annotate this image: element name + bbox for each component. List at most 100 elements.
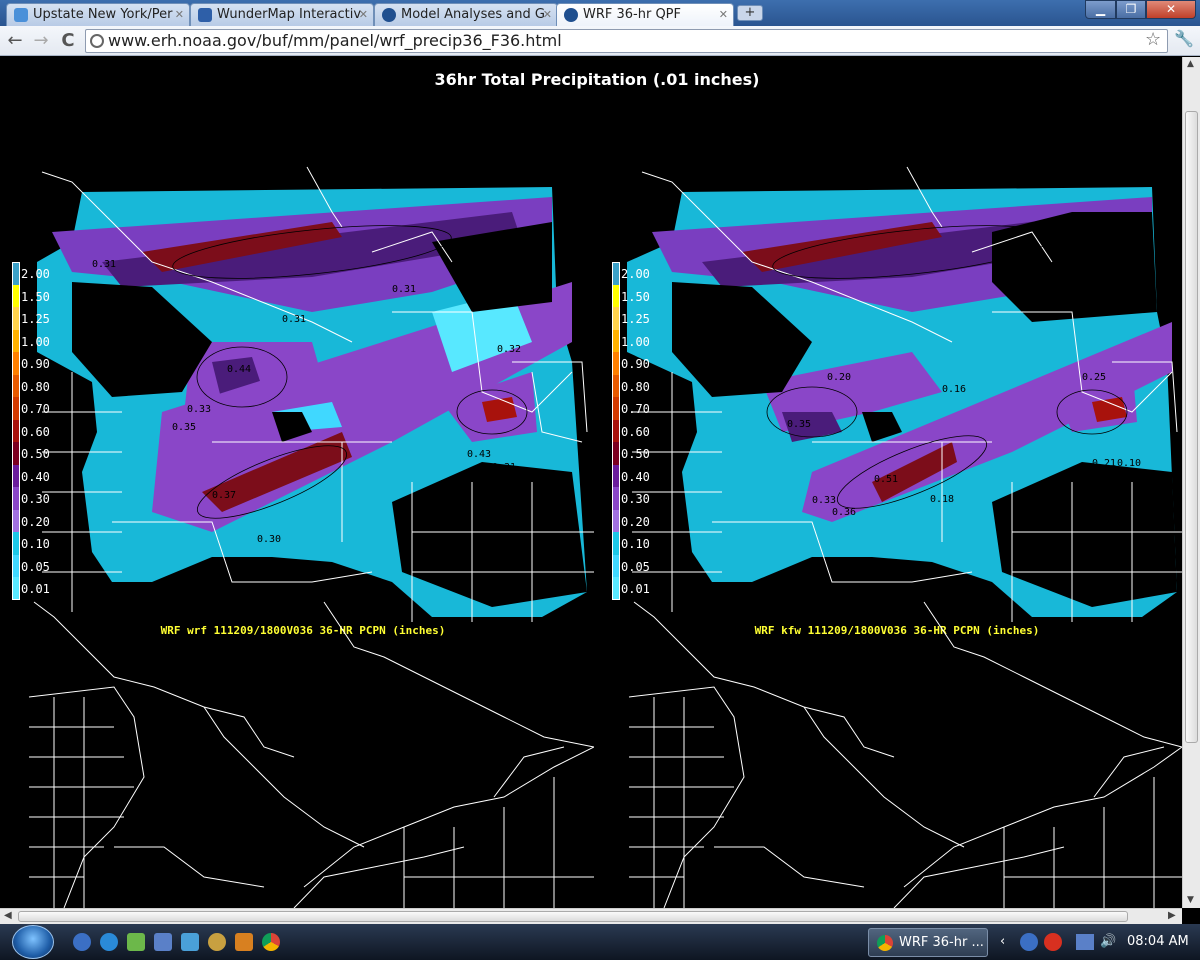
legend-label: 0.60 — [21, 424, 50, 439]
precip-map-panel-wrf: 0.31 0.31 0.31 0.44 0.33 0.35 0.37 0.30 … — [12, 112, 594, 642]
legend-label: 0.01 — [21, 582, 50, 596]
start-button[interactable] — [12, 925, 54, 959]
contour-label: 0.31 — [492, 462, 516, 473]
legend-label: 0.60 — [621, 424, 650, 439]
tab-close-icon[interactable]: ✕ — [175, 4, 184, 26]
taskbar-window-title: WRF 36-hr ... — [899, 935, 984, 950]
tray-security-icon[interactable] — [1044, 933, 1062, 951]
legend-label: 0.01 — [621, 582, 650, 596]
contour-label: 0.43 — [467, 449, 491, 460]
page-viewport: 36hr Total Precipitation (.01 inches) 0.… — [0, 57, 1182, 908]
tab-favicon-icon — [14, 8, 28, 22]
tab-title: Upstate New York/Per — [33, 7, 173, 22]
legend-label: 0.30 — [621, 492, 650, 506]
precip-map-panel-kfw: 0.20 0.16 0.35 0.33 0.36 0.18 0.51 0.25 … — [612, 112, 1182, 642]
legend-label: 0.20 — [621, 514, 650, 529]
horizontal-scroll-thumb[interactable] — [18, 911, 1128, 922]
contour-label: 0.31 — [282, 314, 306, 325]
network-icon[interactable] — [1076, 934, 1094, 950]
outline-map — [28, 601, 594, 908]
precip-legend: 2.00 1.50 1.25 1.00 0.90 0.80 0.70 0.60 0.50 0.40… — [612, 262, 652, 600]
tab-upstate-ny[interactable]: Upstate New York/Per ✕ — [6, 3, 190, 26]
legend-label: 0.90 — [621, 357, 650, 371]
tab-favicon-icon — [198, 8, 212, 22]
address-bar[interactable]: www.erh.noaa.gov/buf/mm/panel/wrf_precip… — [85, 29, 1168, 53]
legend-label: 0.50 — [621, 447, 650, 461]
contour-label: 0.21 — [1092, 458, 1116, 469]
contour-label: 0.35 — [787, 419, 811, 430]
close-window-button[interactable]: ✕ — [1146, 0, 1196, 19]
precip-legend: 2.00 1.50 1.25 1.00 0.90 0.80 0.70 0.60 0.50 0.40… — [12, 262, 52, 600]
legend-label: 1.50 — [621, 289, 650, 304]
precip-map: 0.20 0.16 0.35 0.33 0.36 0.18 0.51 0.25 … — [627, 166, 1182, 622]
browser-toolbar: ← → C www.erh.noaa.gov/buf/mm/panel/wrf_… — [0, 26, 1200, 56]
tray-app-icon[interactable] — [1020, 933, 1038, 951]
legend-label: 0.05 — [21, 559, 50, 574]
legend-label: 0.40 — [21, 469, 50, 484]
new-tab-button[interactable]: + — [737, 5, 763, 21]
contour-label: 0.36 — [832, 507, 856, 518]
tab-close-icon[interactable]: ✕ — [543, 4, 552, 26]
tab-close-icon[interactable]: ✕ — [719, 4, 728, 26]
legend-label: 2.00 — [21, 267, 50, 281]
maximize-button[interactable]: ❐ — [1116, 0, 1146, 19]
reload-button[interactable]: C — [57, 30, 79, 52]
legend-label: 0.70 — [21, 402, 50, 416]
quicklaunch-app-icon[interactable] — [73, 933, 91, 951]
contour-label: 0.32 — [497, 344, 521, 355]
system-clock[interactable]: 08:04 AM — [1127, 934, 1189, 949]
chrome-launch-icon[interactable] — [262, 933, 280, 951]
legend-label: 1.00 — [21, 334, 50, 349]
legend-label: 0.40 — [621, 469, 650, 484]
horizontal-scrollbar[interactable]: ◀ ▶ — [0, 908, 1182, 924]
vertical-scroll-thumb[interactable] — [1185, 111, 1198, 743]
back-button[interactable]: ← — [4, 30, 26, 52]
messenger-icon[interactable] — [127, 933, 145, 951]
tray-expand-icon[interactable]: ‹ — [1000, 934, 1005, 949]
chrome-icon — [877, 935, 893, 951]
page-globe-icon — [90, 34, 104, 48]
contour-label: 0.31 — [392, 284, 416, 295]
media-icon[interactable] — [208, 933, 226, 951]
legend-label: 1.00 — [621, 334, 650, 349]
tab-wundermap[interactable]: WunderMap Interactiv ✕ — [190, 3, 374, 26]
contour-label: 0.44 — [227, 364, 251, 375]
legend-label: 0.80 — [621, 379, 650, 394]
base-map-panel-right — [624, 597, 1182, 908]
legend-frame — [12, 262, 20, 600]
address-url: www.erh.noaa.gov/buf/mm/panel/wrf_precip… — [108, 31, 562, 50]
tab-favicon-icon — [382, 8, 396, 22]
contour-label: 0.20 — [827, 372, 851, 383]
media-player-icon[interactable] — [235, 933, 253, 951]
tab-close-icon[interactable]: ✕ — [359, 4, 368, 26]
volume-icon[interactable]: 🔊 — [1100, 934, 1116, 949]
forward-button[interactable]: → — [30, 30, 52, 52]
scroll-up-icon[interactable]: ▲ — [1187, 59, 1194, 69]
page-title: 36hr Total Precipitation (.01 inches) — [434, 70, 760, 89]
contour-label: 0.18 — [930, 494, 954, 505]
taskbar-chrome-window[interactable]: WRF 36-hr ... — [868, 928, 988, 957]
tab-model-analyses[interactable]: Model Analyses and G ✕ — [374, 3, 558, 26]
legend-label: 0.70 — [621, 402, 650, 416]
tab-wrf-qpf[interactable]: WRF 36-hr QPF ✕ — [556, 3, 734, 26]
legend-label: 0.05 — [621, 559, 650, 574]
internet-explorer-icon[interactable] — [100, 933, 118, 951]
legend-frame — [612, 262, 620, 600]
contour-label: 0.35 — [172, 422, 196, 433]
scroll-right-icon[interactable]: ▶ — [1168, 910, 1176, 921]
vertical-scrollbar[interactable]: ▲ ▼ — [1182, 57, 1200, 908]
tab-title: Model Analyses and G — [401, 7, 545, 22]
legend-label: 0.30 — [21, 492, 50, 506]
windows-taskbar: WRF 36-hr ... ‹ 🔊 08:04 AM — [0, 924, 1200, 960]
scroll-down-icon[interactable]: ▼ — [1187, 895, 1194, 905]
bookmark-star-icon[interactable]: ☆ — [1145, 29, 1161, 50]
legend-label: 0.10 — [21, 537, 50, 551]
scroll-left-icon[interactable]: ◀ — [4, 910, 12, 921]
outline-map — [628, 601, 1182, 908]
wrench-menu-icon[interactable]: 🔧 — [1174, 29, 1194, 48]
minimize-button[interactable]: ▁ — [1085, 0, 1116, 19]
tab-title: WunderMap Interactiv — [217, 7, 362, 22]
legend-label: 2.00 — [621, 267, 650, 281]
window-switcher-icon[interactable] — [181, 933, 199, 951]
show-desktop-icon[interactable] — [154, 933, 172, 951]
